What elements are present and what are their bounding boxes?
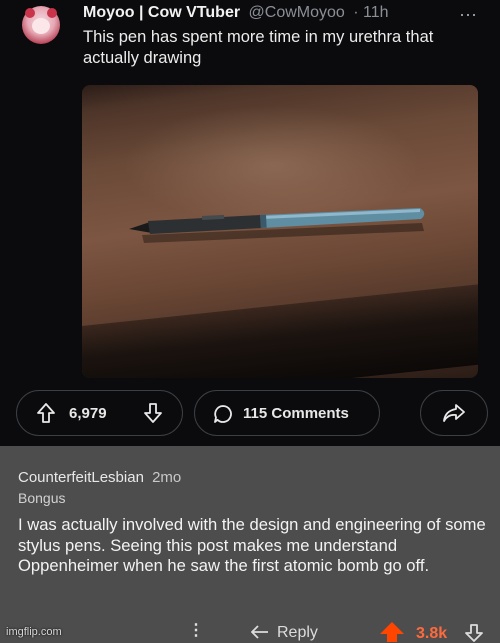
user-flair: Bongus <box>18 490 66 506</box>
downvote-arrow-icon[interactable] <box>465 624 483 642</box>
upvote-arrow-icon[interactable] <box>37 403 55 423</box>
avatar-detail <box>47 8 57 18</box>
handle[interactable]: @CowMoyoo <box>249 4 345 21</box>
post-screenshot: Moyoo | Cow VTuber @CowMoyoo · 11h ⋯ Thi… <box>0 0 500 446</box>
reply-label: Reply <box>277 624 318 641</box>
tweet-age: · 11h <box>353 4 389 21</box>
upvote-arrow-icon[interactable] <box>380 622 404 642</box>
watermark: imgflip.com <box>6 626 62 638</box>
comment-age: 2mo <box>152 469 182 486</box>
comment-body: I was actually involved with the design … <box>18 515 486 575</box>
more-horizontal-icon[interactable]: ⋯ <box>458 3 478 27</box>
comments-label: 115 Comments <box>243 405 349 422</box>
comment-actions: ⋮ Reply 3.8k <box>0 622 500 643</box>
avatar-detail <box>25 8 35 18</box>
vote-count: 6,979 <box>69 405 107 422</box>
comment-username[interactable]: CounterfeitLesbian <box>18 469 144 486</box>
tweet-text: This pen has spent more time in my ureth… <box>83 28 434 67</box>
share-arrow-icon <box>443 404 465 422</box>
comment: CounterfeitLesbian 2mo Bongus I was actu… <box>0 446 500 643</box>
reply-button[interactable]: Reply <box>250 624 318 642</box>
comments-button[interactable]: 115 Comments <box>194 390 380 436</box>
avatar[interactable] <box>22 6 60 44</box>
tweet-header: Moyoo | Cow VTuber @CowMoyoo · 11h <box>83 4 389 22</box>
share-button[interactable] <box>420 390 488 436</box>
vote-bar: 6,979 <box>16 390 183 436</box>
avatar-detail <box>32 18 50 34</box>
reply-arrow-icon <box>250 625 268 639</box>
more-vertical-icon[interactable]: ⋮ <box>188 622 204 640</box>
downvote-arrow-icon[interactable] <box>144 403 162 423</box>
comment-score: 3.8k <box>416 625 448 642</box>
display-name[interactable]: Moyoo | Cow VTuber <box>83 4 240 21</box>
stylus-pen-image <box>129 208 425 243</box>
tweet-photo[interactable] <box>82 85 478 378</box>
comment-header: CounterfeitLesbian 2mo <box>18 469 181 486</box>
comment-bubble-icon <box>214 405 232 423</box>
